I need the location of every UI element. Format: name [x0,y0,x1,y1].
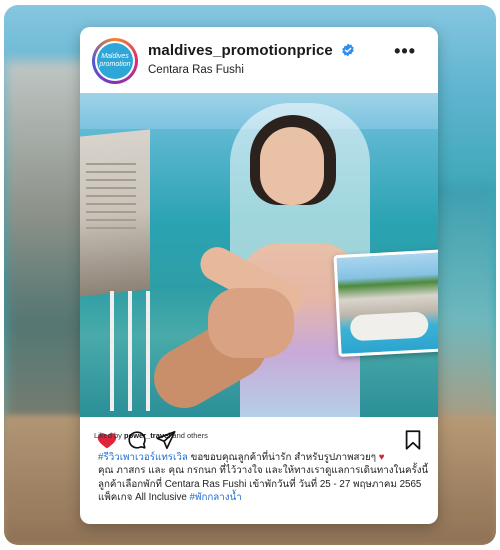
username-text: maldives_promotionprice [148,42,333,59]
avatar[interactable]: Maldives promotion [92,38,138,84]
deck-railing [110,291,154,411]
post-location[interactable]: Centara Ras Fushi [148,64,244,76]
post-header: Maldives promotion maldives_promotionpri… [80,27,438,93]
hashtag-link[interactable]: #รีวิวเพาเวอร์แทรเวิล [98,452,188,463]
post-caption: #รีวิวเพาเวอร์แทรเวิล ขอขอบคุณลูกค้าที่น… [98,452,429,504]
bride-face [260,127,324,205]
verified-badge-icon [342,43,354,57]
more-options-icon[interactable]: ••• [394,41,416,62]
avatar-logo: Maldives promotion [97,43,133,79]
post-photo[interactable] [80,93,438,417]
heart-emoji-icon: ♥ [378,452,385,463]
liked-by-user[interactable]: power_travel [124,431,170,440]
inset-pool-photo [333,246,438,358]
holding-hands [208,288,294,358]
liked-by-text[interactable]: Liked by power_travel and others [94,431,208,440]
bookmark-icon[interactable] [402,429,424,451]
hashtag-link[interactable]: #พักกลางน้ำ [190,492,242,503]
username[interactable]: maldives_promotionprice [148,42,355,59]
instagram-post-card: Maldives promotion maldives_promotionpri… [80,27,438,524]
